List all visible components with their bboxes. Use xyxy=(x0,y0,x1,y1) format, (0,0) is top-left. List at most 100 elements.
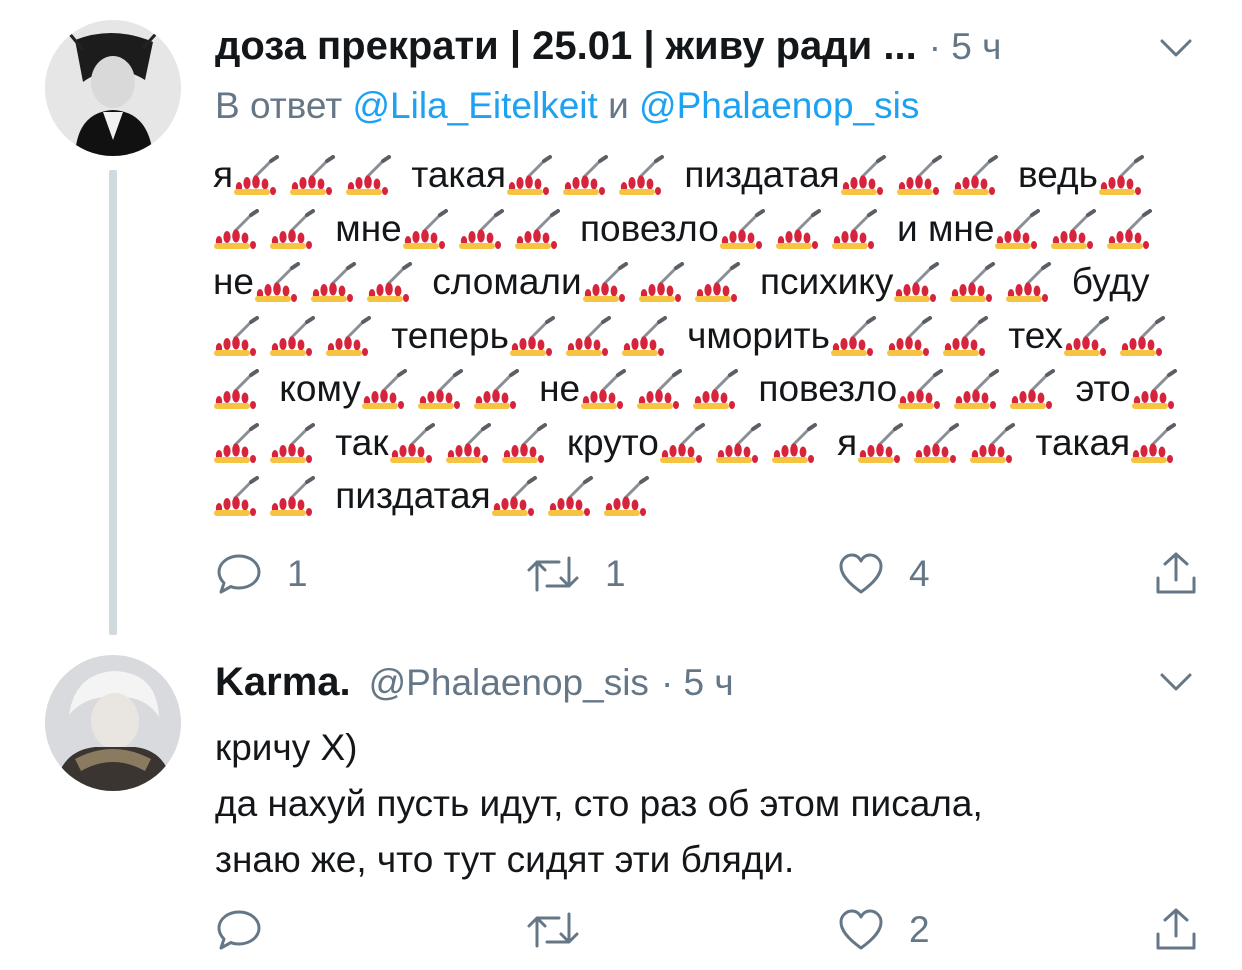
nail-polish-icon xyxy=(1051,208,1097,249)
nail-polish-icon xyxy=(501,422,547,463)
share-button[interactable] xyxy=(1153,550,1199,598)
nail-polish-icon xyxy=(894,262,940,302)
nail-polish-icon xyxy=(638,262,684,302)
tweet-word: круто xyxy=(566,421,659,463)
nail-polish-icon xyxy=(896,155,942,195)
tweet-word: не xyxy=(539,368,581,409)
reply-button[interactable] xyxy=(215,906,263,954)
nail-polish-icon xyxy=(234,155,280,195)
nail-polish-icon xyxy=(603,476,649,516)
author-name[interactable]: доза прекрати | 25.01 | живу ради ... xyxy=(215,24,917,69)
nail-polish-icon xyxy=(514,208,560,249)
nail-polish-icon xyxy=(1010,369,1056,409)
nail-polish-icon xyxy=(290,155,336,195)
nail-polish-icon xyxy=(659,422,705,463)
nail-polish-icon xyxy=(367,262,413,302)
nail-polish-icon xyxy=(458,208,504,249)
retweet-icon xyxy=(527,556,579,592)
tweet-word: буду xyxy=(1071,261,1150,302)
tweet-word: пиздатая xyxy=(335,475,491,516)
nail-polish-icon xyxy=(694,262,740,302)
tweet-word: повезло xyxy=(758,368,898,409)
nail-polish-icon xyxy=(1107,208,1153,249)
nail-polish-icon xyxy=(214,315,259,356)
tweet-word: ведь xyxy=(1017,154,1098,195)
nail-polish-icon xyxy=(1098,155,1144,195)
reply-icon xyxy=(217,910,261,950)
nail-polish-icon xyxy=(326,315,371,356)
reply-button[interactable]: 1 xyxy=(215,550,308,598)
nail-polish-icon xyxy=(214,476,259,516)
nail-polish-icon xyxy=(840,155,886,195)
nail-polish-icon xyxy=(417,369,463,409)
nail-polish-icon xyxy=(1131,422,1177,463)
reply-icon xyxy=(217,554,261,594)
tweet-word: и мне xyxy=(897,207,995,249)
tweet-word: пиздатая xyxy=(684,154,840,195)
avatar[interactable] xyxy=(45,20,181,156)
tweet-word: мне xyxy=(335,207,402,249)
tweet-actions: 1 1 4 xyxy=(215,550,1205,598)
nail-polish-icon xyxy=(1119,315,1165,356)
nail-polish-icon xyxy=(914,422,960,463)
nail-polish-icon xyxy=(858,422,904,463)
nail-polish-icon xyxy=(270,476,315,516)
like-button[interactable]: 2 xyxy=(837,906,930,954)
nail-polish-icon xyxy=(270,315,315,356)
nail-polish-icon xyxy=(831,208,877,249)
nail-polish-icon xyxy=(509,315,555,356)
tweet-word: я xyxy=(213,154,234,195)
tweet-word: психику xyxy=(759,261,894,302)
nail-polish-icon xyxy=(775,208,821,249)
nail-polish-icon xyxy=(491,476,537,516)
nail-polish-icon xyxy=(563,155,609,195)
mention-link[interactable]: @Phalaenop_sis xyxy=(639,85,919,126)
chevron-down-icon[interactable] xyxy=(1158,36,1194,60)
nail-polish-icon xyxy=(581,369,627,409)
nail-polish-icon xyxy=(898,369,944,409)
share-button[interactable] xyxy=(1153,906,1199,954)
author-name[interactable]: Karma. xyxy=(215,660,351,705)
nail-polish-icon xyxy=(473,369,519,409)
author-handle[interactable]: @Phalaenop_sis xyxy=(369,662,649,704)
timestamp[interactable]: · 5 ч xyxy=(661,662,734,704)
tweet-word: теперь xyxy=(391,314,509,356)
nail-polish-icon xyxy=(954,369,1000,409)
nail-polish-icon xyxy=(270,208,315,249)
nail-polish-icon xyxy=(950,262,996,302)
retweet-button[interactable] xyxy=(525,906,581,954)
avatar[interactable] xyxy=(45,655,181,791)
reply-prefix: В ответ xyxy=(215,85,343,126)
nail-polish-icon xyxy=(886,315,932,356)
retweet-button[interactable]: 1 xyxy=(525,550,626,598)
mention-link[interactable]: @Lila_Eitelkeit xyxy=(353,85,598,126)
tweet-header: Karma. @Phalaenop_sis · 5 ч xyxy=(215,660,734,705)
reply-and: и xyxy=(608,85,629,126)
nail-polish-icon xyxy=(619,155,665,195)
tweet-word: это xyxy=(1075,368,1131,409)
nail-polish-icon xyxy=(693,369,739,409)
tweet-word: не xyxy=(213,261,255,302)
nail-polish-icon xyxy=(214,422,259,463)
timestamp[interactable]: · 5 ч xyxy=(929,26,1002,68)
reply-context: В ответ @Lila_Eitelkeit и @Phalaenop_sis xyxy=(215,85,919,127)
tweet-word: так xyxy=(335,421,389,463)
nail-polish-icon xyxy=(311,262,357,302)
nail-polish-icon xyxy=(389,422,435,463)
share-icon xyxy=(1156,552,1196,594)
nail-polish-icon xyxy=(621,315,667,356)
tweet-word: тех xyxy=(1008,314,1063,356)
chevron-down-icon[interactable] xyxy=(1158,670,1194,694)
tweet-word: повезло xyxy=(580,207,719,249)
nail-polish-icon xyxy=(719,208,765,249)
like-count: 4 xyxy=(909,553,930,594)
retweet-count: 1 xyxy=(605,553,626,594)
nail-polish-icon xyxy=(507,155,553,195)
nail-polish-icon xyxy=(402,208,448,249)
like-button[interactable]: 4 xyxy=(837,550,930,598)
nail-polish-icon xyxy=(547,476,593,516)
nail-polish-icon xyxy=(565,315,611,356)
reply-count: 1 xyxy=(287,553,308,594)
nail-polish-icon xyxy=(637,369,683,409)
tweet-word: я xyxy=(837,421,858,463)
